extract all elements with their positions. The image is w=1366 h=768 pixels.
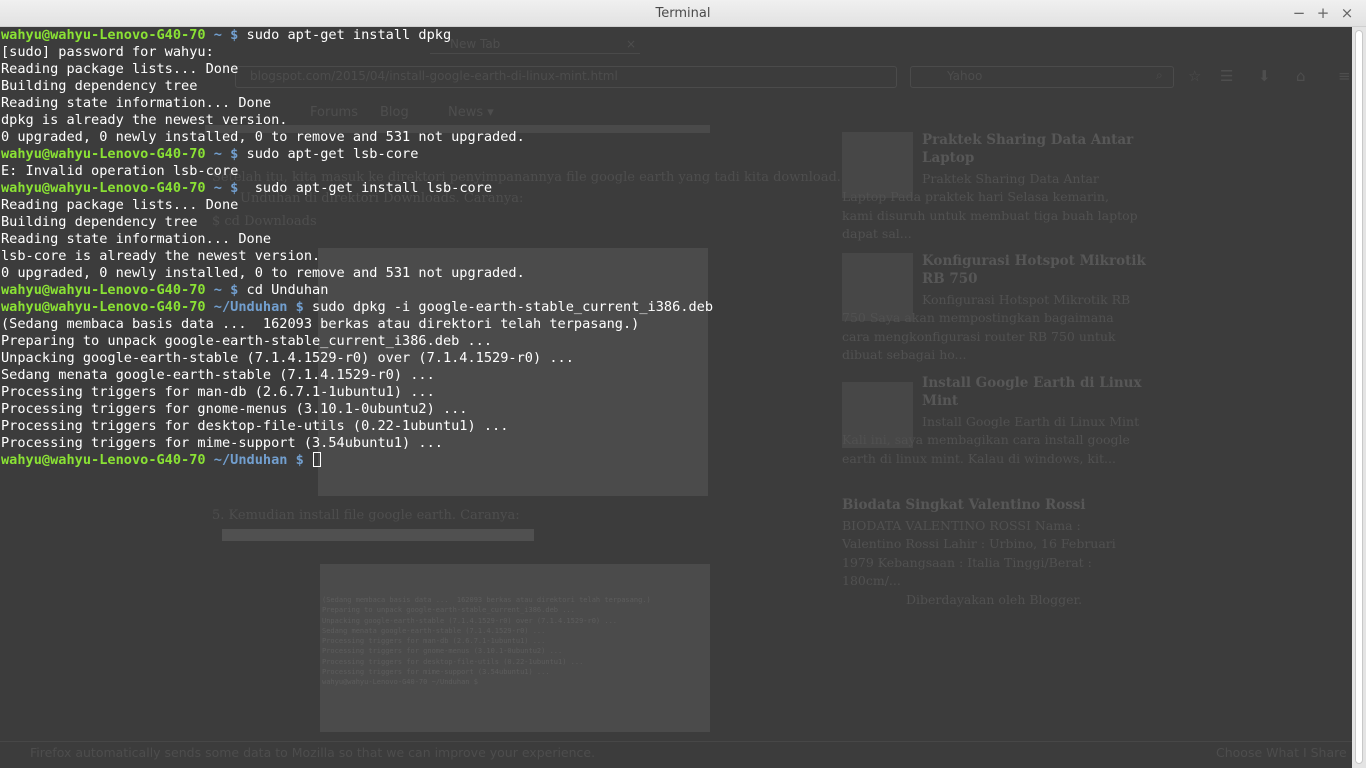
output-text: Reading package lists... Done — [1, 197, 239, 213]
output-text: Processing triggers for gnome-menus (3.1… — [1, 401, 468, 417]
terminal-line: (Sedang membaca basis data ... 162093 be… — [1, 316, 713, 333]
terminal-scrollbar[interactable] — [1352, 27, 1366, 768]
maximize-button[interactable]: + — [1316, 3, 1330, 23]
window-title: Terminal — [655, 6, 711, 21]
background-post-snippet-2: Konfigurasi Hotspot Mikrotik RB 750 Saya… — [842, 292, 1131, 362]
output-text: dpkg is already the newest version. — [1, 112, 288, 128]
terminal-line: E: Invalid operation lsb-core — [1, 163, 713, 180]
background-powered-by: Diberdayakan oleh Blogger. — [906, 592, 1083, 607]
terminal-line: dpkg is already the newest version. — [1, 112, 713, 129]
output-text: Processing triggers for man-db (2.6.7.1-… — [1, 384, 435, 400]
prompt-path: ~ $ — [213, 282, 239, 298]
terminal-line: Reading package lists... Done — [1, 61, 713, 78]
terminal-prompt-line: wahyu@wahyu-Lenovo-G40-70 ~ $ sudo apt-g… — [1, 146, 713, 163]
output-text: lsb-core is already the newest version. — [1, 248, 321, 264]
background-notice-button: Choose What I Share — [1216, 745, 1347, 760]
output-text: Building dependency tree — [1, 78, 198, 94]
prompt-user-host: wahyu@wahyu-Lenovo-G40-70 — [1, 146, 206, 162]
background-post-snippet-1: Praktek Sharing Data Antar Laptop Pada p… — [842, 171, 1138, 241]
output-text: 0 upgraded, 0 newly installed, 0 to remo… — [1, 129, 525, 145]
terminal-line: Processing triggers for gnome-menus (3.1… — [1, 401, 713, 418]
output-text: Unpacking google-earth-stable (7.1.4.152… — [1, 350, 574, 366]
background-post-snippet-3: Install Google Earth di Linux Mint Kali … — [842, 414, 1140, 466]
terminal-line: Unpacking google-earth-stable (7.1.4.152… — [1, 350, 713, 367]
background-command-bar — [222, 529, 534, 541]
output-text: E: Invalid operation lsb-core — [1, 163, 239, 179]
terminal-line: Building dependency tree — [1, 214, 713, 231]
terminal-line: Reading package lists... Done — [1, 197, 713, 214]
prompt-command: cd Unduhan — [238, 282, 329, 298]
output-text: Reading state information... Done — [1, 231, 272, 247]
terminal-line: Reading state information... Done — [1, 231, 713, 248]
terminal-line: Processing triggers for desktop-file-uti… — [1, 418, 713, 435]
output-text: [sudo] password for wahyu: — [1, 44, 214, 60]
prompt-path: ~ $ — [213, 27, 239, 43]
terminal-line: Building dependency tree — [1, 78, 713, 95]
terminal-line: Processing triggers for man-db (2.6.7.1-… — [1, 384, 713, 401]
prompt-path: ~ $ — [213, 146, 239, 162]
prompt-command — [304, 452, 312, 468]
output-text: Preparing to unpack google-earth-stable_… — [1, 333, 493, 349]
prompt-path: ~/Unduhan $ — [213, 299, 304, 315]
prompt-path: ~/Unduhan $ — [213, 452, 304, 468]
output-text: (Sedang membaca basis data ... 162093 be… — [1, 316, 640, 332]
background-step5-text: 5. Kemudian install file google earth. C… — [212, 508, 520, 523]
background-post-title-1: Praktek Sharing Data Antar Laptop — [922, 132, 1134, 166]
terminal-line: [sudo] password for wahyu: — [1, 44, 713, 61]
window-titlebar[interactable]: Terminal − + × — [0, 0, 1366, 27]
output-text: Sedang menata google-earth-stable (7.1.4… — [1, 367, 435, 383]
background-post-title-2: Konfigurasi Hotspot Mikrotik RB 750 — [922, 253, 1146, 287]
background-notice-text: Firefox automatically sends some data to… — [30, 745, 596, 760]
output-text: Reading package lists... Done — [1, 61, 239, 77]
prompt-user-host: wahyu@wahyu-Lenovo-G40-70 — [1, 27, 206, 43]
search-icon: ⌕ — [1156, 68, 1163, 82]
background-mini-terminal: (Sedang membaca basis data ... 162093 be… — [322, 596, 651, 687]
background-search-placeholder: Yahoo — [947, 69, 983, 83]
menu-icon: ≡ — [1338, 67, 1351, 85]
home-icon: ⌂ — [1296, 67, 1306, 85]
close-button[interactable]: × — [1340, 3, 1354, 23]
terminal-line: Sedang menata google-earth-stable (7.1.4… — [1, 367, 713, 384]
terminal-prompt-line: wahyu@wahyu-Lenovo-G40-70 ~/Unduhan $ — [1, 452, 713, 469]
bookmarks-icon: ☰ — [1220, 67, 1234, 85]
terminal-line: 0 upgraded, 0 newly installed, 0 to remo… — [1, 265, 713, 282]
prompt-path: ~ $ — [213, 180, 239, 196]
terminal-line: lsb-core is already the newest version. — [1, 248, 713, 265]
output-text: Processing triggers for mime-support (3.… — [1, 435, 443, 451]
terminal-line: 0 upgraded, 0 newly installed, 0 to remo… — [1, 129, 713, 146]
terminal-prompt-line: wahyu@wahyu-Lenovo-G40-70 ~ $ sudo apt-g… — [1, 180, 713, 197]
prompt-user-host: wahyu@wahyu-Lenovo-G40-70 — [1, 180, 206, 196]
terminal-cursor — [313, 452, 322, 467]
background-notification-bar: Firefox automatically sends some data to… — [0, 741, 1352, 764]
output-text: Reading state information... Done — [1, 95, 272, 111]
background-post-snippet-4: BIODATA VALENTINO ROSSI Nama : Valentino… — [842, 518, 1116, 588]
terminal-prompt-line: wahyu@wahyu-Lenovo-G40-70 ~ $ cd Unduhan — [1, 282, 713, 299]
window-controls: − + × — [1292, 3, 1354, 23]
prompt-command: sudo apt-get install dpkg — [238, 27, 452, 43]
output-text: Building dependency tree — [1, 214, 198, 230]
terminal-output[interactable]: wahyu@wahyu-Lenovo-G40-70 ~ $ sudo apt-g… — [1, 27, 713, 469]
terminal-prompt-line: wahyu@wahyu-Lenovo-G40-70 ~/Unduhan $ su… — [1, 299, 713, 316]
prompt-user-host: wahyu@wahyu-Lenovo-G40-70 — [1, 299, 206, 315]
prompt-user-host: wahyu@wahyu-Lenovo-G40-70 — [1, 282, 206, 298]
terminal-line: Reading state information... Done — [1, 95, 713, 112]
output-text: 0 upgraded, 0 newly installed, 0 to remo… — [1, 265, 525, 281]
terminal-line: Preparing to unpack google-earth-stable_… — [1, 333, 713, 350]
prompt-command: sudo apt-get install lsb-core — [238, 180, 493, 196]
background-post-title-3: Install Google Earth di Linux Mint — [922, 375, 1142, 409]
prompt-command: sudo apt-get lsb-core — [238, 146, 419, 162]
prompt-user-host: wahyu@wahyu-Lenovo-G40-70 — [1, 452, 206, 468]
background-search-bar: Yahoo ⌕ — [910, 66, 1174, 88]
prompt-command: sudo dpkg -i google-earth-stable_current… — [303, 299, 714, 315]
terminal-line: Processing triggers for mime-support (3.… — [1, 435, 713, 452]
download-icon: ⬇ — [1258, 67, 1271, 85]
background-post-title-4: Biodata Singkat Valentino Rossi — [842, 497, 1086, 513]
terminal-prompt-line: wahyu@wahyu-Lenovo-G40-70 ~ $ sudo apt-g… — [1, 27, 713, 44]
star-icon: ☆ — [1188, 67, 1202, 85]
minimize-button[interactable]: − — [1292, 3, 1306, 23]
output-text: Processing triggers for desktop-file-uti… — [1, 418, 509, 434]
terminal-scrollbar-thumb[interactable] — [1355, 30, 1363, 764]
